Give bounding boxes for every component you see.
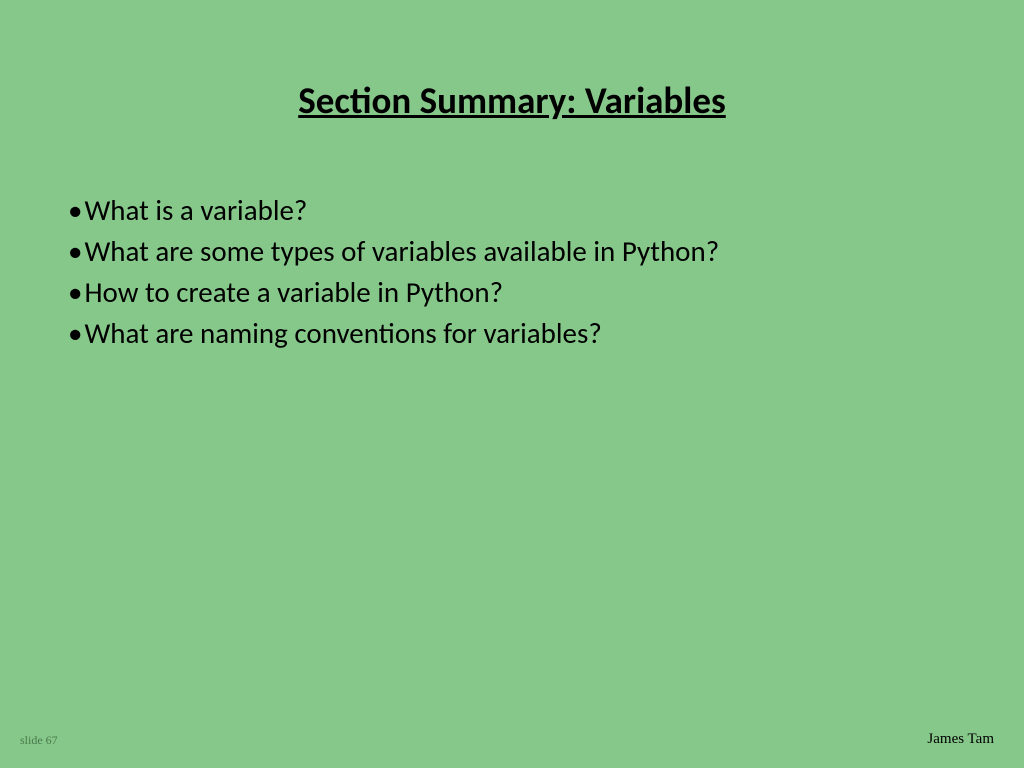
slide-title: Section Summary: Variables (0, 0, 1024, 163)
bullet-text: How to create a variable in Python? (84, 274, 503, 310)
bullet-marker-icon: • (68, 314, 82, 353)
bullet-text: What are some types of variables availab… (84, 233, 719, 269)
bullet-item: •How to create a variable in Python? (68, 273, 964, 312)
bullet-item: •What are naming conventions for variabl… (68, 314, 964, 353)
slide-number: slide 67 (20, 733, 58, 748)
bullet-item: •What are some types of variables availa… (68, 232, 964, 271)
bullet-marker-icon: • (68, 232, 82, 271)
bullet-text: What is a variable? (84, 192, 307, 228)
bullet-item: •What is a variable? (68, 191, 964, 230)
author-name: James Tam (927, 731, 994, 748)
bullet-list: •What is a variable? •What are some type… (0, 163, 1024, 354)
bullet-text: What are naming conventions for variable… (84, 315, 601, 351)
bullet-marker-icon: • (68, 191, 82, 230)
bullet-marker-icon: • (68, 273, 82, 312)
